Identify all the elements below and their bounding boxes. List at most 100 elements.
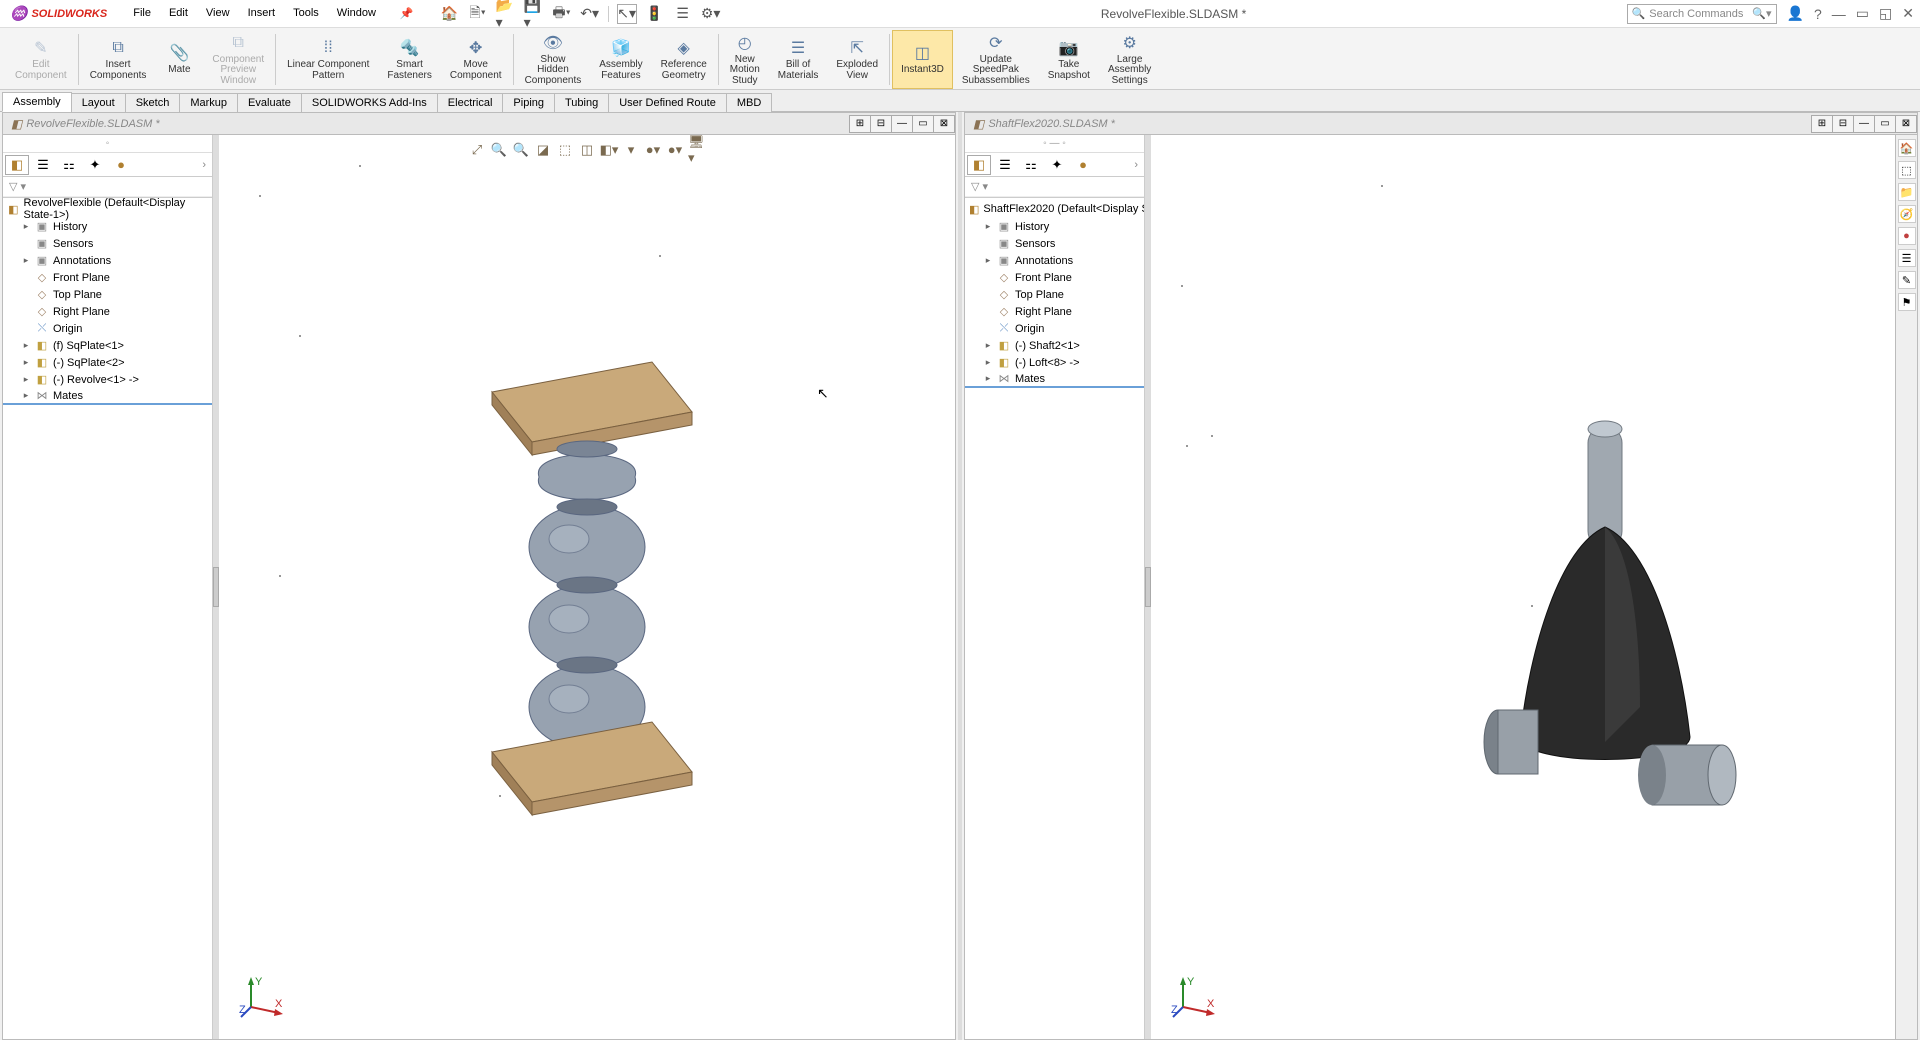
menu-edit[interactable]: Edit <box>161 3 196 24</box>
tree-item[interactable]: ▸◧(-) Shaft2<1> <box>965 337 1144 354</box>
ribbon-tab-solidworks-add-ins[interactable]: SOLIDWORKS Add-Ins <box>301 93 438 112</box>
tree-item[interactable]: ◇Right Plane <box>965 303 1144 320</box>
fmgr-tab-design-tree-icon[interactable]: ◧ <box>967 155 991 175</box>
ribbon-tab-sketch[interactable]: Sketch <box>125 93 181 112</box>
menu-insert[interactable]: Insert <box>240 3 284 24</box>
expand-icon[interactable]: ▸ <box>21 255 31 266</box>
tree-item[interactable]: ▸◧(-) Revolve<1> -> <box>3 371 212 388</box>
tree-item[interactable]: ◇Front Plane <box>965 269 1144 286</box>
doc-restore-icon[interactable]: ▭ <box>1874 115 1896 133</box>
fmgr-tab-property-icon[interactable]: ☰ <box>31 155 55 175</box>
ribbon-pattern-button[interactable]: ⁞⁞Linear Component Pattern <box>278 30 378 89</box>
tree-item[interactable]: ▣Sensors <box>3 235 212 252</box>
viewport-3d[interactable]: ⤢ 🔍 🔍 ◪ ⬚ ◫ ◧▾ ▾ ●▾ ●▾ 🖥▾ <box>219 135 955 1039</box>
tree-item[interactable]: ⤬Origin <box>965 320 1144 337</box>
tree-item[interactable]: ▸⋈Mates <box>3 388 212 405</box>
menu-file[interactable]: File <box>125 3 159 24</box>
apply-scene-icon[interactable]: ●▾ <box>644 141 662 159</box>
tree-item[interactable]: ▸◧(-) SqPlate<2> <box>3 354 212 371</box>
viewport1-icon[interactable]: ⊞ <box>1811 115 1833 133</box>
print-icon[interactable]: 🖶▾ <box>552 4 572 24</box>
tree-item[interactable]: ⤬Origin <box>3 320 212 337</box>
view-settings2-icon[interactable]: 🖥▾ <box>688 141 706 159</box>
fmgr-expand-icon[interactable]: › <box>198 159 210 171</box>
settings-icon[interactable]: ⚙▾ <box>701 4 721 24</box>
doc-minimize-icon[interactable]: — <box>1853 115 1875 133</box>
fmgr-tab-property-icon[interactable]: ☰ <box>993 155 1017 175</box>
ribbon-tab-electrical[interactable]: Electrical <box>437 93 504 112</box>
expand-icon[interactable]: ▸ <box>21 357 31 368</box>
doc-minimize-icon[interactable]: — <box>891 115 913 133</box>
fmgr-filter[interactable]: ▽ ▾ <box>965 177 1144 197</box>
display-style-icon[interactable]: ◫ <box>578 141 596 159</box>
doc-restore-icon[interactable]: ▭ <box>912 115 934 133</box>
minimize-icon[interactable]: — <box>1832 6 1846 22</box>
fmgr-tab-config-icon[interactable]: ⚏ <box>57 155 81 175</box>
search-dropdown-icon[interactable]: 🔍▾ <box>1752 7 1771 20</box>
prev-view-icon[interactable]: 🔍 <box>512 141 530 159</box>
view-settings-icon[interactable]: ●▾ <box>666 141 684 159</box>
tree-item[interactable]: ▸▣Annotations <box>3 252 212 269</box>
save-icon[interactable]: 💾▾ <box>524 4 544 24</box>
menu-window[interactable]: Window <box>329 3 384 24</box>
ribbon-snapshot-button[interactable]: 📷Take Snapshot <box>1039 30 1099 89</box>
menu-view[interactable]: View <box>198 3 238 24</box>
options-icon[interactable]: ☰ <box>673 4 693 24</box>
ribbon-tab-tubing[interactable]: Tubing <box>554 93 609 112</box>
viewport2-icon[interactable]: ⊟ <box>870 115 892 133</box>
tree-item[interactable]: ◇Top Plane <box>3 286 212 303</box>
tree-item[interactable]: ▣Sensors <box>965 235 1144 252</box>
undo-icon[interactable]: ↶▾ <box>580 4 600 24</box>
expand-icon[interactable]: ▸ <box>983 357 993 368</box>
tree-item[interactable]: ▸◧(-) Loft<8> -> <box>965 354 1144 371</box>
expand-icon[interactable]: ▸ <box>983 373 993 384</box>
tree-item[interactable]: ▸⋈Mates <box>965 371 1144 388</box>
ribbon-tab-assembly[interactable]: Assembly <box>2 92 72 112</box>
ribbon-smart-button[interactable]: 🔩Smart Fasteners <box>378 30 440 89</box>
zoom-area-icon[interactable]: 🔍 <box>490 141 508 159</box>
fmgr-tab-display-icon[interactable]: ● <box>109 155 133 175</box>
tree-root[interactable]: ◧ ShaftFlex2020 (Default<Display State-1… <box>965 200 1144 218</box>
doc-close-icon[interactable]: ⊠ <box>1895 115 1917 133</box>
ribbon-refgeom-button[interactable]: ◈Reference Geometry <box>652 30 716 89</box>
ribbon-speedpak-button[interactable]: ⟳Update SpeedPak Subassemblies <box>953 30 1039 89</box>
ribbon-insert-button[interactable]: ⧉Insert Components <box>81 30 156 89</box>
user-icon[interactable]: 👤 <box>1787 5 1804 22</box>
menu-tools[interactable]: Tools <box>285 3 327 24</box>
ribbon-assyfeat-button[interactable]: 🧊Assembly Features <box>590 30 651 89</box>
ribbon-large-button[interactable]: ⚙Large Assembly Settings <box>1099 30 1160 89</box>
tree-item[interactable]: ◇Top Plane <box>965 286 1144 303</box>
tree-item[interactable]: ▸◧(f) SqPlate<1> <box>3 337 212 354</box>
tp-appearances-icon[interactable]: ☰ <box>1898 249 1916 267</box>
help-icon[interactable]: ? <box>1814 6 1822 22</box>
fmgr-tab-dim-icon[interactable]: ✦ <box>1045 155 1069 175</box>
doc-tab[interactable]: ◧ ShaftFlex2020.SLDASM * <box>965 113 1123 134</box>
fmgr-tab-dim-icon[interactable]: ✦ <box>83 155 107 175</box>
expand-icon[interactable]: ▸ <box>983 221 993 232</box>
doc-tab[interactable]: ◧ RevolveFlexible.SLDASM * <box>3 113 168 134</box>
hide-show-icon[interactable]: ◧▾ <box>600 141 618 159</box>
ribbon-show-button[interactable]: 👁Show Hidden Components <box>516 30 591 89</box>
expand-icon[interactable]: ▸ <box>21 221 31 232</box>
expand-icon[interactable]: ▸ <box>21 374 31 385</box>
edit-appear-icon[interactable]: ▾ <box>622 141 640 159</box>
viewport2-icon[interactable]: ⊟ <box>1832 115 1854 133</box>
tree-item[interactable]: ◇Right Plane <box>3 303 212 320</box>
tree-item[interactable]: ◇Front Plane <box>3 269 212 286</box>
tree-item[interactable]: ▸▣Annotations <box>965 252 1144 269</box>
fmgr-tab-display-icon[interactable]: ● <box>1071 155 1095 175</box>
new-icon[interactable]: 🗎▾ <box>468 4 488 24</box>
view-orient-icon[interactable]: ⬚ <box>556 141 574 159</box>
zoom-fit-icon[interactable]: ⤢ <box>468 141 486 159</box>
open-icon[interactable]: 📂▾ <box>496 4 516 24</box>
expand-icon[interactable]: ▸ <box>21 390 31 401</box>
tp-home-icon[interactable]: 🏠 <box>1898 139 1916 157</box>
ribbon-motion-button[interactable]: ◴New Motion Study <box>721 30 769 89</box>
ribbon-tab-mbd[interactable]: MBD <box>726 93 772 112</box>
tp-view-palette-icon[interactable]: ● <box>1898 227 1916 245</box>
viewport1-icon[interactable]: ⊞ <box>849 115 871 133</box>
ribbon-tab-user-defined-route[interactable]: User Defined Route <box>608 93 727 112</box>
ribbon-tab-markup[interactable]: Markup <box>179 93 238 112</box>
tp-design-lib-icon[interactable]: 📁 <box>1898 183 1916 201</box>
doc-splitter[interactable] <box>958 112 962 1040</box>
